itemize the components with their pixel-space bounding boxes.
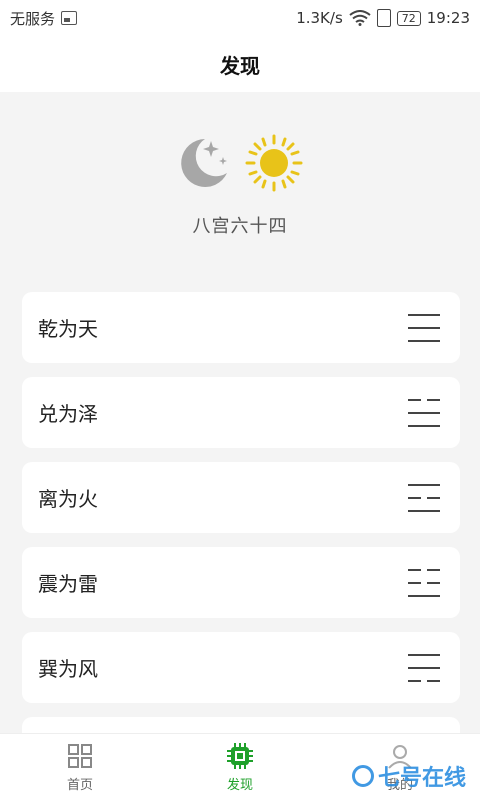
page-title: 发现	[220, 53, 260, 78]
list-item-label: 乾为天	[38, 317, 98, 341]
battery-indicator: 72	[396, 10, 421, 26]
list-item-dui[interactable]: 兑为泽	[22, 377, 460, 448]
trigram-list: 乾为天 兑为泽 离为火 震为雷 巽为风	[22, 292, 460, 747]
tab-label: 首页	[66, 777, 93, 793]
tab-discover[interactable]: 发现	[180, 742, 300, 793]
list-item-qian[interactable]: 乾为天	[22, 292, 460, 363]
list-item-zhen[interactable]: 震为雷	[22, 547, 460, 618]
list-item-label: 兑为泽	[38, 402, 98, 426]
list-item-li[interactable]: 离为火	[22, 462, 460, 533]
list-item-xun[interactable]: 巽为风	[22, 632, 460, 703]
hero-icons	[175, 132, 305, 194]
tab-home[interactable]: 首页	[20, 742, 140, 793]
hero-label: 八宫六十四	[192, 216, 288, 237]
grid-icon	[68, 743, 92, 768]
qian-trigram-icon	[408, 313, 440, 342]
status-left: 无服务	[10, 8, 78, 29]
list-item-label: 离为火	[38, 487, 98, 511]
sim-card-icon	[376, 9, 391, 27]
moon-icon	[181, 139, 227, 187]
dui-trigram-icon	[408, 398, 440, 427]
image-notification-icon	[61, 11, 78, 25]
sun-icon	[245, 134, 303, 192]
watermark-text: 七号在线	[377, 766, 466, 791]
status-bar: 无服务 1.3K/s 72 19:23	[0, 0, 480, 36]
wifi-icon	[349, 10, 371, 26]
xun-trigram-icon	[408, 653, 440, 682]
status-right: 1.3K/s 72 19:23	[296, 9, 470, 27]
zhen-trigram-icon	[408, 568, 440, 597]
watermark-q-icon	[351, 765, 374, 787]
li-trigram-icon	[408, 483, 440, 512]
clock: 19:23	[426, 9, 470, 27]
title-bar: 发现	[0, 36, 480, 92]
watermark-logo: 七号在线	[351, 760, 466, 792]
tab-label: 发现	[226, 777, 253, 793]
chip-icon	[227, 742, 253, 769]
list-item-label: 巽为风	[38, 657, 98, 681]
network-speed: 1.3K/s	[296, 9, 343, 27]
hero-section: 八宫六十四	[0, 92, 480, 262]
list-item-label: 震为雷	[38, 572, 98, 596]
carrier-text: 无服务	[10, 9, 56, 28]
